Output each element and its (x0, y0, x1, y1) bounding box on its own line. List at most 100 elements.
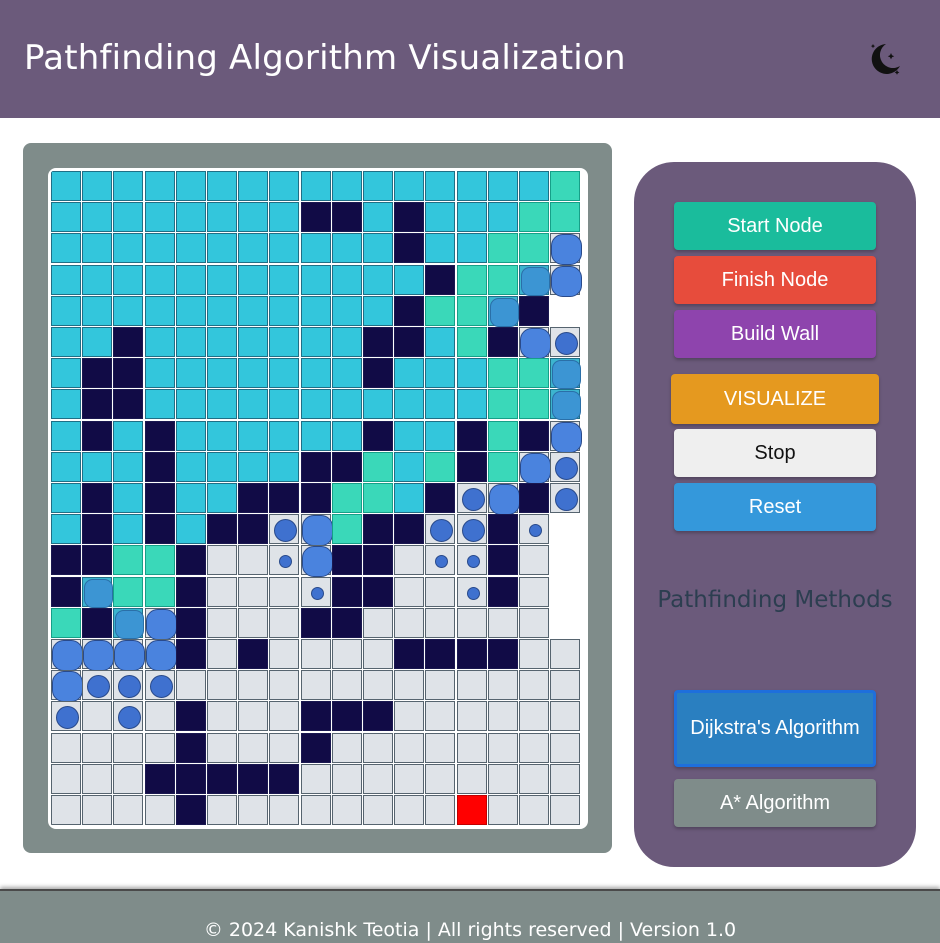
grid-cell-frontier[interactable] (51, 607, 81, 638)
grid-cell-visited[interactable] (113, 295, 144, 326)
grid-cell-unvisited[interactable] (550, 795, 581, 825)
grid-cell-unvisited[interactable] (394, 670, 425, 701)
grid-cell-visited[interactable] (51, 264, 81, 295)
grid-cell-visited[interactable] (51, 420, 81, 451)
grid-cell-unvisited[interactable] (519, 732, 549, 763)
grid-cell-visited[interactable] (207, 358, 237, 389)
grid-cell-queued-settling[interactable] (550, 358, 582, 390)
grid-cell-queued-large[interactable] (550, 420, 583, 453)
grid-cell-queued-settling[interactable] (519, 264, 550, 296)
grid-cell-wall[interactable] (363, 327, 393, 357)
grid-cell-frontier[interactable] (456, 327, 487, 357)
grid-cell-unvisited[interactable] (82, 701, 113, 732)
grid-cell-wall[interactable] (113, 389, 144, 420)
grid-cell-queued-small[interactable] (456, 545, 487, 576)
grid-cell-wall[interactable] (238, 514, 269, 545)
grid-cell-wall[interactable] (82, 420, 113, 451)
moon-stars-icon[interactable] (864, 40, 904, 80)
grid-cell-visited[interactable] (175, 358, 206, 389)
grid-cell-visited[interactable] (113, 514, 144, 545)
grid-cell-visited[interactable] (113, 233, 144, 264)
dijkstra-button[interactable]: Dijkstra's Algorithm (674, 690, 876, 767)
grid-cell-visited[interactable] (51, 233, 81, 264)
grid-cell-wall[interactable] (269, 763, 300, 794)
grid-cell-unvisited[interactable] (425, 763, 456, 794)
grid-cell-visited[interactable] (456, 358, 487, 389)
grid-cell-wall[interactable] (82, 483, 113, 513)
grid-cell-wall[interactable] (175, 607, 206, 638)
grid-cell-frontier[interactable] (519, 202, 549, 233)
grid-cell-unvisited[interactable] (550, 701, 581, 732)
grid-cell-visited[interactable] (394, 171, 425, 201)
grid-cell-unvisited[interactable] (207, 607, 237, 638)
grid-cell-visited[interactable] (82, 233, 113, 264)
grid-cell-visited[interactable] (175, 171, 206, 201)
grid-cell-wall[interactable] (113, 327, 144, 357)
grid-cell-frontier[interactable] (331, 483, 362, 513)
grid-cell-visited[interactable] (175, 389, 206, 420)
grid-cell-visited[interactable] (300, 171, 331, 201)
grid-cell-visited[interactable] (207, 295, 237, 326)
grid-cell-wall[interactable] (456, 420, 487, 451)
grid-cell-visited[interactable] (269, 451, 300, 482)
grid-cell-visited[interactable] (207, 233, 237, 264)
grid-cell-visited[interactable] (487, 171, 518, 201)
grid-cell-wall[interactable] (394, 295, 425, 326)
grid-cell-frontier[interactable] (487, 358, 518, 389)
grid-cell-visited[interactable] (207, 327, 237, 357)
grid-cell-queued-settling[interactable] (82, 576, 114, 608)
grid-cell-unvisited[interactable] (425, 795, 456, 825)
astar-button[interactable]: A* Algorithm (674, 779, 876, 827)
grid-cell-visited[interactable] (394, 420, 425, 451)
grid-cell-wall[interactable] (363, 701, 393, 732)
grid-cell-unvisited[interactable] (207, 639, 237, 669)
grid-cell-unvisited[interactable] (144, 701, 175, 732)
grid-cell-wall[interactable] (51, 545, 81, 576)
grid-cell-unvisited[interactable] (425, 670, 456, 701)
grid-cell-wall[interactable] (238, 483, 269, 513)
grid-cell-wall[interactable] (175, 795, 206, 825)
grid-cell-queued-small[interactable] (456, 576, 487, 607)
grid-cell-visited[interactable] (207, 451, 237, 482)
grid-cell-visited[interactable] (269, 295, 300, 326)
grid-cell-queued-large[interactable] (82, 639, 115, 671)
grid-cell-frontier[interactable] (363, 451, 393, 482)
grid-cell-visited[interactable] (144, 233, 175, 264)
grid-cell-wall[interactable] (175, 701, 206, 732)
grid-cell-visited[interactable] (238, 451, 269, 482)
grid-cell-wall[interactable] (82, 514, 113, 545)
grid-cell-unvisited[interactable] (519, 607, 549, 638)
grid-cell-wall[interactable] (519, 295, 549, 326)
grid-cell-visited[interactable] (207, 264, 237, 295)
grid-cell-visited[interactable] (425, 358, 456, 389)
grid-cell-unvisited[interactable] (269, 670, 300, 701)
grid-cell-frontier[interactable] (519, 358, 549, 389)
grid-cell-wall[interactable] (175, 763, 206, 794)
grid-cell-visited[interactable] (394, 389, 425, 420)
grid-cell-visited[interactable] (51, 483, 81, 513)
grid-cell-visited[interactable] (394, 264, 425, 295)
grid-cell-visited[interactable] (331, 327, 362, 357)
grid-cell-visited[interactable] (456, 389, 487, 420)
grid-cell-visited[interactable] (456, 233, 487, 264)
grid-cell-queued-large[interactable] (51, 639, 83, 671)
grid-cell-visited[interactable] (238, 264, 269, 295)
grid-cell-frontier[interactable] (456, 264, 487, 295)
grid-cell-wall[interactable] (363, 420, 393, 451)
grid-cell-queued-settling[interactable] (550, 389, 582, 421)
grid-cell-visited[interactable] (175, 420, 206, 451)
grid-cell-visited[interactable] (238, 327, 269, 357)
grid-cell-unvisited[interactable] (144, 795, 175, 825)
grid-cell-wall[interactable] (394, 202, 425, 233)
grid-cell-visited[interactable] (175, 451, 206, 482)
grid-cell-unvisited[interactable] (363, 763, 393, 794)
grid-cell-wall[interactable] (394, 327, 425, 357)
grid-cell-queued-large[interactable] (487, 483, 520, 515)
grid-cell-visited[interactable] (238, 358, 269, 389)
grid-cell-unvisited[interactable] (269, 607, 300, 638)
grid-cell-visited[interactable] (207, 420, 237, 451)
grid-cell-visited[interactable] (144, 295, 175, 326)
grid-cell-wall[interactable] (238, 639, 269, 669)
grid-cell-visited[interactable] (331, 171, 362, 201)
grid-cell-visited[interactable] (207, 202, 237, 233)
